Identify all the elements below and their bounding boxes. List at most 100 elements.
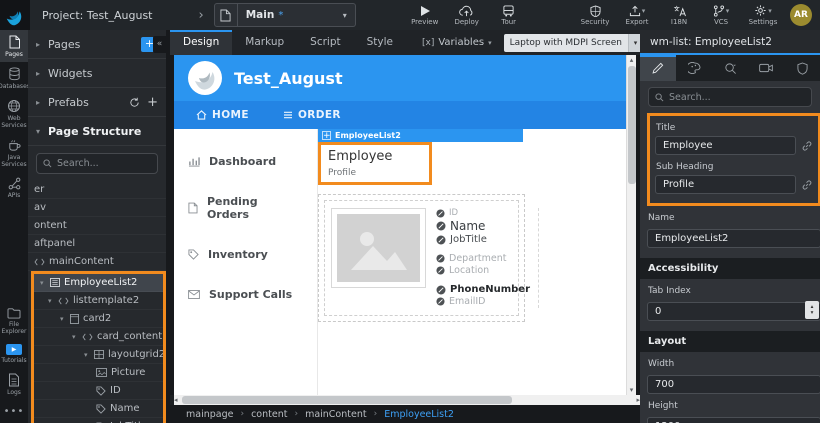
tour-button[interactable]: Tour [488,0,530,30]
number-stepper[interactable] [805,301,819,319]
title-input[interactable] [655,136,796,155]
field-name[interactable]: Name [436,219,530,233]
scroll-left-icon[interactable]: ◂ [174,395,178,405]
export-button[interactable]: Export [616,0,658,30]
user-avatar[interactable]: AR [790,4,812,26]
tree-item[interactable]: Picture [34,364,163,382]
field-location[interactable]: Location [436,265,530,276]
rail-item-web-services[interactable]: Web Services [0,94,28,133]
tree-item[interactable]: aftpanel [28,235,166,253]
settings-button[interactable]: Settings [742,0,784,30]
section-accessibility[interactable]: Accessibility [640,258,820,279]
section-widgets[interactable]: Widgets [28,59,166,88]
name-input[interactable] [647,229,820,248]
collapse-panel-button[interactable] [153,36,166,53]
rail-item-java-services[interactable]: Java Services [0,133,28,172]
rail-item-file-explorer[interactable]: File Explorer [0,302,28,339]
scroll-down-icon[interactable]: ▾ [630,385,634,395]
device-select[interactable]: Laptop with MDPI Screen [504,34,642,52]
field-id[interactable]: ID [436,208,530,218]
menu-item-support-calls[interactable]: Support Calls [174,278,317,311]
i18n-button[interactable]: I18N [658,0,700,30]
variables-dropdown[interactable]: [x] Variables [422,37,492,48]
security-button[interactable]: Security [574,0,616,30]
page-selector[interactable]: Main * [214,3,356,27]
bind-chain-icon[interactable] [801,140,813,152]
scrollbar-thumb[interactable] [628,66,636,184]
field-emailid[interactable]: EmailID [436,296,530,307]
menu-item-dashboard[interactable]: Dashboard [174,145,317,178]
add-prefab-button[interactable] [147,95,158,110]
tree-item[interactable]: ID [34,382,163,400]
canvas-app-header[interactable]: Test_August [174,55,626,101]
rail-item-databases[interactable]: Databases [0,62,28,94]
tab-design[interactable]: Design [170,30,232,55]
tab-style[interactable]: Style [354,30,406,55]
tree-item[interactable]: av [28,199,166,217]
scrollbar-thumb[interactable] [182,396,512,404]
width-input[interactable] [647,375,820,394]
structure-search-input[interactable]: Search... [36,153,158,174]
menu-item-pending-orders[interactable]: Pending Orders [174,185,317,231]
tab-index-input[interactable] [647,302,820,321]
tree-item[interactable]: JobTitle [34,418,163,423]
i18n-icon [673,5,686,17]
tab-markup[interactable]: Markup [232,30,297,55]
bind-chain-icon[interactable] [801,179,813,191]
breadcrumb-item[interactable]: mainContent [305,409,367,420]
tab-security[interactable] [784,55,820,81]
tree-item[interactable]: listtemplate2 [34,292,163,310]
deploy-button[interactable]: Deploy [446,0,488,30]
rail-item-apis[interactable]: APIs [0,172,28,203]
tab-properties[interactable] [640,55,676,81]
list-widget-header[interactable]: Employee Profile [318,142,626,182]
list-widget[interactable]: ID Name JobTitle [318,194,525,322]
editor-toolbar: Design Markup Script Style [x] Variables… [170,30,640,55]
tree-item[interactable]: Name [34,400,163,418]
subheading-input[interactable] [655,175,796,194]
tree-item[interactable]: layoutgrid2 [34,346,163,364]
height-input[interactable] [647,417,820,423]
list-item-card[interactable]: ID Name JobTitle [324,200,519,316]
rail-overflow-button[interactable] [4,400,25,423]
properties-search[interactable]: Search... [640,81,820,111]
refresh-icon[interactable] [129,97,140,108]
tab-events[interactable] [712,55,748,81]
tag-icon [188,249,199,260]
wavemaker-logo-icon[interactable] [0,0,30,30]
nav-item-home[interactable]: HOME [196,109,249,121]
vcs-button[interactable]: VCS [700,0,742,30]
menu-item-inventory[interactable]: Inventory [174,238,317,271]
tree-item[interactable]: card2 [34,310,163,328]
section-prefabs[interactable]: Prefabs [28,88,166,117]
design-canvas[interactable]: Test_August HOME ORDER [174,55,626,395]
canvas-horizontal-scrollbar[interactable]: ◂ ▸ [174,395,640,405]
tree-item[interactable]: ontent [28,217,166,235]
field-jobtitle[interactable]: JobTitle [436,234,530,245]
section-page-structure[interactable]: Page Structure [28,117,166,146]
field-phonenumber[interactable]: PhoneNumber [436,284,530,295]
tab-styles[interactable] [676,55,712,81]
tree-item[interactable]: card_content2 [34,328,163,346]
scroll-up-icon[interactable]: ▴ [630,55,634,65]
preview-button[interactable]: Preview [404,0,446,30]
tree-item[interactable]: mainContent [28,253,166,271]
section-pages[interactable]: Pages [28,30,166,59]
canvas-vertical-scrollbar[interactable]: ▴ ▾ [626,55,636,395]
nav-item-order[interactable]: ORDER [283,109,341,121]
selected-widget-tag[interactable]: EmployeeList2 [318,129,523,142]
tab-script[interactable]: Script [297,30,353,55]
breadcrumb-item-current[interactable]: EmployeeList2 [384,409,454,420]
tree-item-selected[interactable]: EmployeeList2 [34,274,163,292]
section-layout[interactable]: Layout [640,331,820,352]
tree-item[interactable]: er [28,181,166,199]
breadcrumb-item[interactable]: mainpage [186,409,233,420]
picture-placeholder[interactable] [331,208,426,288]
breadcrumb-item[interactable]: content [251,409,287,420]
chevron-down-icon [768,7,772,15]
tab-devices[interactable] [748,55,784,81]
field-department[interactable]: Department [436,253,530,264]
rail-item-pages[interactable]: Pages [0,30,28,62]
rail-item-tutorials[interactable]: Tutorials [0,339,28,368]
rail-item-logs[interactable]: Logs [0,368,28,400]
